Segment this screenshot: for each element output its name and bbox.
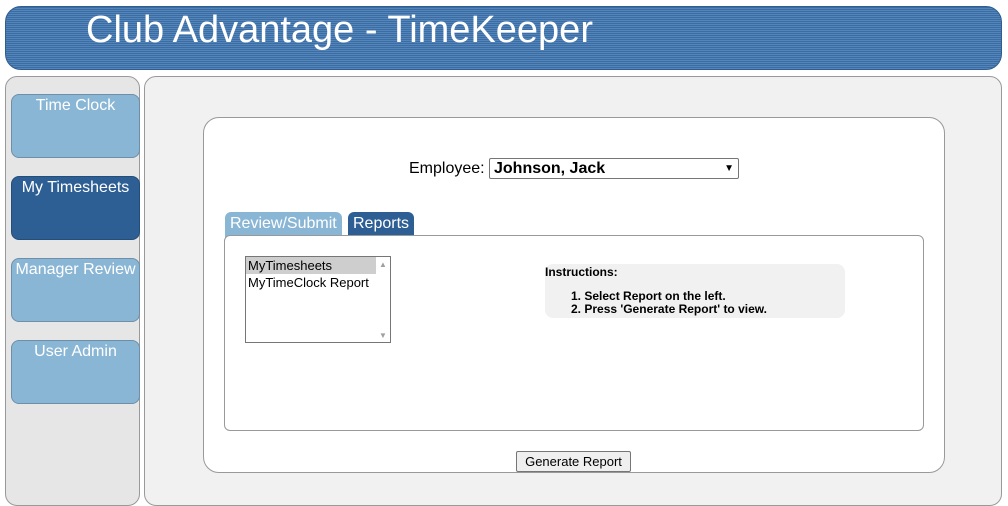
app-title: Club Advantage - TimeKeeper xyxy=(86,9,593,51)
instructions-box: Instructions: 1. Select Report on the le… xyxy=(545,264,845,318)
employee-select[interactable]: Johnson, Jack ▼ xyxy=(489,158,739,179)
chevron-down-icon: ▼ xyxy=(724,163,734,174)
listbox-scrollbar[interactable]: ▲ ▼ xyxy=(376,257,390,342)
employee-select-value: Johnson, Jack xyxy=(494,160,606,177)
generate-report-button[interactable]: Generate Report xyxy=(516,451,631,472)
report-listbox[interactable]: MyTimesheets MyTimeClock Report ▲ ▼ xyxy=(245,256,391,343)
report-option-mytimeclock-report[interactable]: MyTimeClock Report xyxy=(246,274,390,291)
instructions-list: 1. Select Report on the left. 2. Press '… xyxy=(571,290,767,316)
scroll-down-icon[interactable]: ▼ xyxy=(379,331,387,340)
app-header: Club Advantage - TimeKeeper xyxy=(5,6,1002,70)
scroll-up-icon[interactable]: ▲ xyxy=(379,260,387,269)
report-option-mytimesheets[interactable]: MyTimesheets xyxy=(246,257,390,274)
sidebar-item-time-clock[interactable]: Time Clock xyxy=(11,94,140,158)
instruction-step: 2. Press 'Generate Report' to view. xyxy=(571,302,768,316)
employee-label: Employee: xyxy=(409,160,485,177)
sidebar-item-user-admin[interactable]: User Admin xyxy=(11,340,140,404)
instructions-title: Instructions: xyxy=(545,265,618,279)
sidebar-item-my-timesheets[interactable]: My Timesheets xyxy=(11,176,140,240)
sidebar-item-manager-review[interactable]: Manager Review xyxy=(11,258,140,322)
